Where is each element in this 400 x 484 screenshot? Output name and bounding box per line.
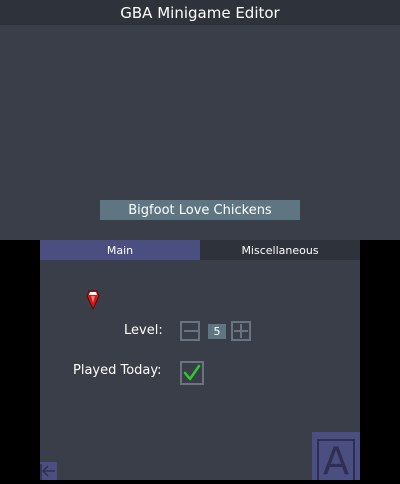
window-title: GBA Minigame Editor <box>0 0 400 25</box>
tab-main[interactable]: Main <box>40 240 200 260</box>
played-today-checkbox[interactable] <box>180 361 204 385</box>
minus-icon <box>184 330 198 332</box>
played-today-label: Played Today: <box>73 363 162 378</box>
game-name-label: Bigfoot Love Chickens <box>100 200 300 220</box>
bottom-screen: Main Miscellaneous Level: 5 Played Today… <box>40 240 360 481</box>
tab-miscellaneous[interactable]: Miscellaneous <box>200 240 360 260</box>
plus-icon <box>234 324 248 338</box>
tab-bar: Main Miscellaneous <box>40 240 360 260</box>
back-arrow-icon <box>40 464 55 480</box>
a-button-label: A <box>317 439 355 481</box>
level-value: 5 <box>208 324 226 339</box>
level-label: Level: <box>124 323 163 338</box>
level-decrement-button[interactable] <box>180 321 200 341</box>
a-button[interactable]: A <box>312 432 360 481</box>
level-increment-button[interactable] <box>231 321 251 341</box>
red-gem-icon <box>86 290 100 311</box>
back-button[interactable] <box>40 462 57 480</box>
app-window: GBA Minigame Editor Bigfoot Love Chicken… <box>0 0 400 481</box>
checkmark-icon <box>183 364 201 381</box>
top-screen: GBA Minigame Editor Bigfoot Love Chicken… <box>0 0 400 240</box>
